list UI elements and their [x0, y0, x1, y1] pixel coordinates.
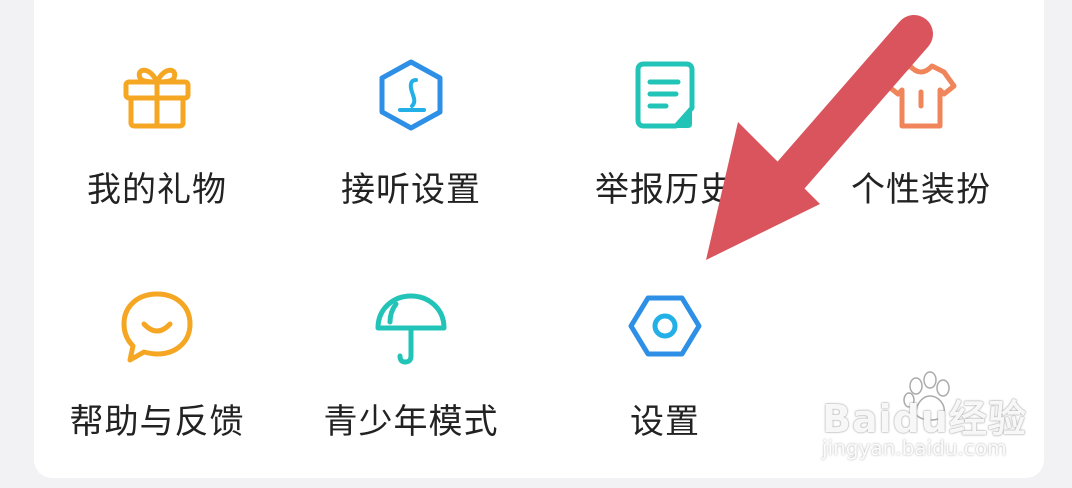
menu-item-personalize[interactable]: 个性装扮 — [821, 52, 1021, 222]
phone-hexagon-icon — [379, 59, 443, 131]
menu-item-teen-mode[interactable]: 青少年模式 — [311, 284, 511, 454]
menu-item-help-feedback[interactable]: 帮助与反馈 — [57, 284, 257, 454]
document-icon — [635, 61, 695, 129]
menu-item-report-history[interactable]: 举报历史 — [565, 52, 765, 222]
watermark-brand: Baidu经验 — [822, 397, 1027, 441]
shirt-icon — [885, 63, 957, 129]
menu-item-call-settings[interactable]: 接听设置 — [311, 52, 511, 222]
menu-item-my-gifts[interactable]: 我的礼物 — [57, 52, 257, 222]
menu-item-settings[interactable]: 设置 — [565, 284, 765, 454]
gift-icon — [123, 67, 191, 129]
menu-item-label: 接听设置 — [341, 170, 481, 210]
umbrella-icon — [375, 293, 447, 365]
chat-smile-icon — [121, 291, 193, 363]
baidu-watermark: Baidu经验 jingyan.baidu.com — [808, 370, 1038, 470]
watermark-site: jingyan.baidu.com — [822, 436, 1007, 460]
menu-item-label: 举报历史 — [595, 170, 735, 210]
menu-item-label: 青少年模式 — [323, 402, 499, 442]
menu-item-label: 我的礼物 — [87, 170, 227, 210]
settings-hex-icon — [628, 295, 702, 357]
menu-item-label: 帮助与反馈 — [69, 402, 245, 442]
menu-item-label: 个性装扮 — [851, 170, 991, 210]
menu-item-label: 设置 — [630, 402, 700, 442]
